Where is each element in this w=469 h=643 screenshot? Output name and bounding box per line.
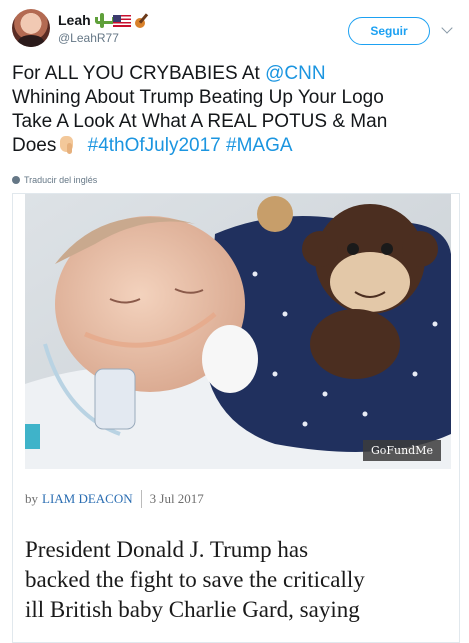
hashtag-link[interactable]: #4thOfJuly2017 — [88, 135, 221, 156]
pointing-down-icon — [58, 134, 80, 154]
tweet-line-2: Whining About Trump Beating Up Your Logo — [12, 87, 384, 108]
display-name[interactable]: Leah — [58, 12, 91, 28]
tweet-text: For ALL YOU CRYBABIES At @CNN Whining Ab… — [12, 62, 462, 158]
link-card[interactable]: GoFundMe by LIAM DEACON 3 Jul 2017 Presi… — [12, 193, 460, 643]
article-date: 3 Jul 2017 — [149, 491, 204, 506]
baby-photo-illustration — [25, 194, 451, 469]
hashtag-link[interactable]: #MAGA — [226, 135, 293, 156]
tweet-header: Leah @LeahR77 Seguir — [0, 0, 469, 58]
headline-line: President Donald J. Trump has — [25, 537, 309, 562]
article-photo[interactable]: GoFundMe — [25, 194, 451, 469]
avatar[interactable] — [12, 9, 50, 47]
byline-divider — [140, 490, 142, 508]
tweet-line-3: Take A Look At What A REAL POTUS & Man — [12, 111, 388, 132]
globe-icon — [12, 176, 20, 184]
article-byline: by LIAM DEACON 3 Jul 2017 — [25, 489, 204, 509]
article-headline[interactable]: President Donald J. Trump has backed the… — [25, 535, 453, 625]
guitar-icon — [134, 12, 150, 28]
author-link[interactable]: LIAM DEACON — [42, 491, 133, 507]
tweet-line-4: Does #4thOfJuly2017 #MAGA — [12, 134, 293, 156]
headline-line: backed the fight to save the critically — [25, 567, 365, 592]
translate-label[interactable]: Traducir del inglés — [24, 175, 97, 185]
chevron-down-icon[interactable] — [441, 22, 453, 34]
mention-link[interactable]: @CNN — [265, 63, 325, 84]
tweet-line-1: For ALL YOU CRYBABIES At @CNN — [12, 63, 326, 84]
byline-prefix: by — [25, 491, 38, 506]
follow-button[interactable]: Seguir — [348, 17, 430, 45]
photo-watermark: GoFundMe — [362, 440, 441, 461]
cactus-icon — [94, 12, 115, 28]
user-name-row[interactable]: Leah — [58, 11, 150, 29]
us-flag-icon — [112, 15, 131, 27]
user-handle[interactable]: @LeahR77 — [58, 31, 119, 45]
headline-line: ill British baby Charlie Gard, saying — [25, 597, 360, 622]
translate-link[interactable]: Traducir del inglés — [12, 174, 97, 186]
